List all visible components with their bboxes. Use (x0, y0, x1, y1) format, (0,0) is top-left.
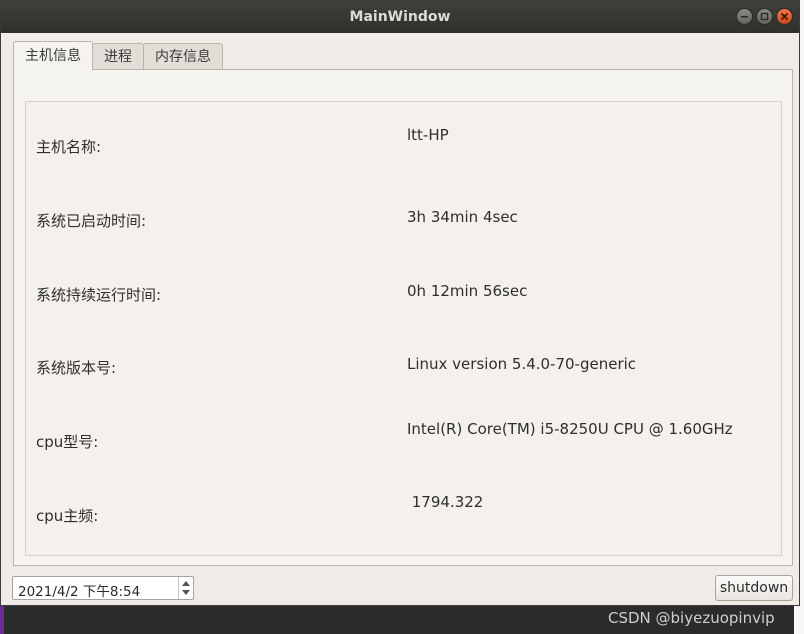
window-controls (736, 8, 793, 25)
hostname-label: 主机名称: (36, 138, 102, 156)
datetime-spinner[interactable] (178, 577, 193, 599)
maximize-button[interactable] (756, 8, 773, 25)
datetime-value: 2021/4/2 下午8:54 (18, 584, 141, 600)
close-icon (780, 12, 789, 21)
main-window: MainWindow 主机信息 进程 内存信息 主机名称: ltt-HP 系统已… (0, 0, 800, 606)
window-title: MainWindow (349, 9, 451, 25)
maximize-icon (760, 12, 769, 21)
cpu-model-value: Intel(R) Core(TM) i5-8250U CPU @ 1.60GHz (407, 420, 733, 438)
os-version-label: 系统版本号: (36, 359, 117, 377)
hostname-value: ltt-HP (407, 126, 449, 144)
uptime-value: 0h 12min 56sec (407, 282, 528, 300)
tab-host-info[interactable]: 主机信息 (13, 41, 93, 70)
minimize-icon (741, 16, 748, 18)
shutdown-button[interactable]: shutdown (715, 575, 793, 601)
cpu-frequency-label: cpu主频: (36, 507, 99, 525)
tab-processes[interactable]: 进程 (92, 43, 144, 70)
close-button[interactable] (776, 8, 793, 25)
boot-time-value: 3h 34min 4sec (407, 208, 518, 226)
datetime-edit[interactable]: 2021/4/2 下午8:54 (12, 576, 194, 600)
watermark: CSDN @biyezuopinvip (608, 609, 775, 627)
cpu-model-label: cpu型号: (36, 433, 99, 451)
boot-time-label: 系统已启动时间: (36, 212, 147, 230)
cpu-frequency-value: 1794.322 (407, 493, 484, 511)
title-bar[interactable]: MainWindow (1, 1, 799, 33)
tab-bar: 主机信息 进程 内存信息 (13, 41, 223, 70)
spin-down-icon[interactable] (182, 590, 190, 595)
os-version-value: Linux version 5.4.0-70-generic (407, 355, 637, 373)
spin-up-icon[interactable] (182, 581, 190, 586)
minimize-button[interactable] (736, 8, 753, 25)
host-info-panel: 主机名称: ltt-HP 系统已启动时间: 3h 34min 4sec 系统持续… (13, 69, 793, 566)
uptime-label: 系统持续运行时间: (36, 286, 162, 304)
host-info-group: 主机名称: ltt-HP 系统已启动时间: 3h 34min 4sec 系统持续… (25, 101, 782, 556)
tab-memory-info[interactable]: 内存信息 (143, 43, 223, 70)
